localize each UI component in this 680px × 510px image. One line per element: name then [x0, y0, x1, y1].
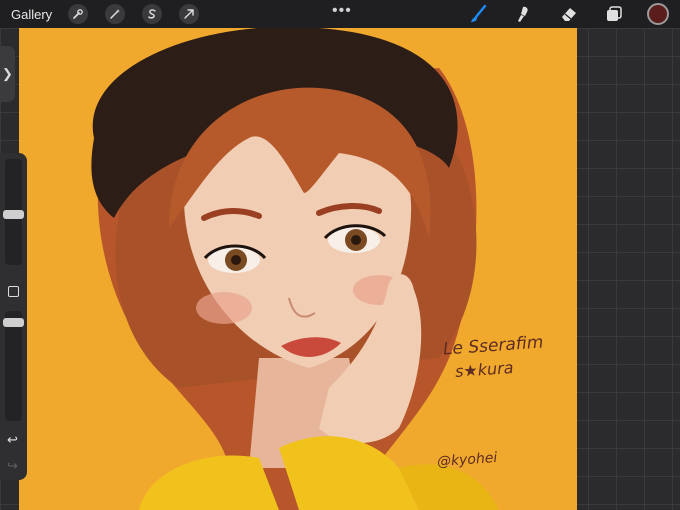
eraser-tool-button[interactable]	[557, 2, 581, 26]
adjustments-button[interactable]	[105, 4, 126, 24]
signature-line-2: s★kura	[454, 357, 515, 382]
smudge-tool-button[interactable]	[512, 2, 536, 26]
drawing-canvas[interactable]: Le Sserafim s★kura @kyohei	[19, 28, 577, 510]
undo-button[interactable]: ↩	[7, 432, 18, 448]
artwork-illustration	[19, 28, 577, 510]
layers-button[interactable]	[602, 2, 626, 26]
redo-button[interactable]: ↪	[7, 458, 18, 474]
chevron-right-icon: ❯	[2, 66, 13, 81]
magic-wand-icon	[110, 9, 121, 19]
brush-size-handle[interactable]	[3, 210, 24, 219]
transform-arrow-icon	[184, 9, 194, 19]
selection-s-icon	[148, 9, 156, 19]
smudge-icon	[518, 6, 528, 22]
actions-button[interactable]	[68, 4, 89, 24]
brush-icon	[471, 4, 487, 22]
top-toolbar: Gallery •••	[0, 0, 680, 28]
layers-icon	[607, 6, 622, 21]
opacity-handle[interactable]	[3, 318, 24, 327]
wrench-icon	[73, 9, 84, 19]
left-sidebar: ↩ ↪	[0, 153, 27, 480]
eraser-icon	[562, 8, 576, 21]
opacity-slider[interactable]	[5, 311, 22, 421]
more-options-button[interactable]: •••	[332, 2, 352, 20]
selection-button[interactable]	[142, 4, 163, 24]
sidebar-expand-button[interactable]: ❯	[0, 46, 15, 102]
brush-tool-button[interactable]	[467, 2, 491, 26]
eyedropper-modify-button[interactable]	[8, 286, 19, 297]
right-tool-group	[446, 0, 680, 28]
gallery-button[interactable]: Gallery	[11, 7, 52, 22]
transform-button[interactable]	[179, 4, 200, 24]
color-picker-button[interactable]	[647, 3, 669, 25]
